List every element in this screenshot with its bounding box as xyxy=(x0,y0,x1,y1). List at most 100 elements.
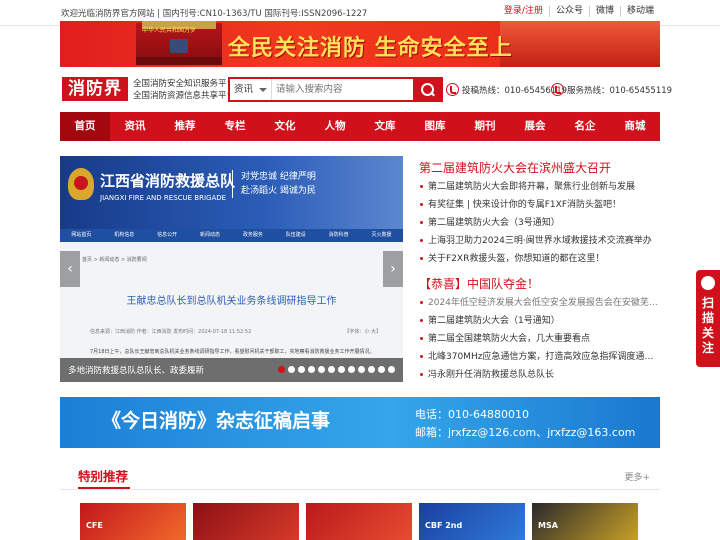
list-item[interactable]: 关于F2XR救援头盔，你想知道的都在这里！ xyxy=(419,250,660,268)
nav-culture[interactable]: 文化 xyxy=(260,112,310,141)
slide-dot[interactable] xyxy=(338,366,345,373)
slide-dot[interactable] xyxy=(368,366,375,373)
thumbnail-card[interactable]: CFE xyxy=(80,503,186,540)
thumbnail-card[interactable]: CBF 2nd xyxy=(419,503,525,540)
chevron-left-icon: ‹ xyxy=(67,261,73,277)
slide-menu: 网站首页 机构信息 信息公开 新闻动态 政务服务 队伍建设 消防科普 灭火救援 xyxy=(60,229,403,242)
list-item[interactable]: 有奖征集 | 快来设计你的专属F1XF消防头盔吧！ xyxy=(419,196,660,214)
nav-companies[interactable]: 名企 xyxy=(560,112,610,141)
news-headline-1[interactable]: 第二届建筑防火大会在滨州盛大召开 xyxy=(419,158,660,178)
special-more-link[interactable]: 更多+ xyxy=(624,470,650,483)
list-item[interactable]: 第二届建筑防火大会（3号通知） xyxy=(419,214,660,232)
slide-menu-item: 新闻动态 xyxy=(200,232,221,238)
slide-dot[interactable] xyxy=(378,366,385,373)
slide-breadcrumb: 首页 > 新闻动态 > 消防要闻 xyxy=(82,257,147,263)
login-register-link[interactable]: 登录/注册 xyxy=(498,6,549,17)
scan-follow-text: 扫描关注 xyxy=(701,296,714,355)
magazine-banner-phone: 电话：010-64880010 xyxy=(415,408,529,421)
nav-recommend[interactable]: 推荐 xyxy=(160,112,210,141)
slide-org-en: JIANGXI FIRE AND RESCUE BRIGADE xyxy=(100,194,227,202)
magazine-banner-email: 邮箱：jrxfzz@126.com、jrxfzz@163.com xyxy=(415,426,636,439)
thumbnail-card[interactable] xyxy=(193,503,299,540)
list-item[interactable]: 2024年低空经济发展大会低空安全发展报告会在安徽芜湖召开 xyxy=(419,294,660,312)
slide-dot[interactable] xyxy=(318,366,325,373)
banner-slogan: 全民关注消防 生命安全至上 xyxy=(228,36,513,61)
news-list-2: 2024年低空经济发展大会低空安全发展报告会在安徽芜湖召开 第二届建筑防火大会（… xyxy=(419,294,660,384)
slide-dot[interactable] xyxy=(358,366,365,373)
thumbnail-label: MSA xyxy=(538,521,558,530)
slide-font-size: 【字体：小 大】 xyxy=(344,329,381,335)
thumbnail-card[interactable]: MSA xyxy=(532,503,638,540)
page: 欢迎光临消防界官方网站 | 国内刊号:CN10-1363/TU 国际刊号:ISS… xyxy=(0,0,720,540)
mobile-link[interactable]: 移动端 xyxy=(619,6,660,17)
news-headline-2[interactable]: 【恭喜】中国队夺金！ xyxy=(419,274,660,294)
slide-dots xyxy=(278,366,398,373)
nav-library[interactable]: 文库 xyxy=(360,112,410,141)
slide-article-body: 7月18日上午，总队长王献忠到总队机关业务条线调研指导工作，看望慰问机关干部职工… xyxy=(90,349,375,355)
list-item[interactable]: 北峰370MHz应急通信方案，打造高效应急指挥调度通信网络 xyxy=(419,348,660,366)
search-category-select[interactable]: 资讯 xyxy=(230,79,272,100)
welcome-text: 欢迎光临消防界官方网站 | 国内刊号:CN10-1363/TU 国际刊号:ISS… xyxy=(61,9,368,19)
slide-dot[interactable] xyxy=(298,366,305,373)
list-item[interactable]: 第二届全国建筑防火大会，几大重要看点 xyxy=(419,330,660,348)
search-input[interactable] xyxy=(276,79,414,100)
news-slider[interactable]: 江西省消防救援总队 JIANGXI FIRE AND RESCUE BRIGAD… xyxy=(60,156,403,382)
top-banner[interactable]: 中华人民共和国万岁 全民关注消防 生命安全至上 xyxy=(60,21,660,67)
phone-icon xyxy=(446,83,459,96)
list-item[interactable]: 第二届建筑防火大会即将开幕，聚焦行业创新与发展 xyxy=(419,178,660,196)
nav-mall[interactable]: 商城 xyxy=(610,112,660,141)
slide-header: 江西省消防救援总队 JIANGXI FIRE AND RESCUE BRIGAD… xyxy=(60,156,403,229)
slide-article-title: 王献忠总队长到总队机关业务条线调研指导工作 xyxy=(126,296,337,307)
slider-prev-button[interactable]: ‹ xyxy=(60,251,80,287)
contribute-hotline: 投稿热线：010-65456119 xyxy=(446,83,567,96)
slide-menu-item: 信息公开 xyxy=(157,232,178,238)
search-button[interactable] xyxy=(413,79,441,100)
list-item[interactable]: 第二届建筑防火大会（1号通知） xyxy=(419,312,660,330)
news-list: 第二届建筑防火大会在滨州盛大召开 第二届建筑防火大会即将开幕，聚焦行业创新与发展… xyxy=(419,158,660,383)
nav-column[interactable]: 专栏 xyxy=(210,112,260,141)
slide-dot[interactable] xyxy=(288,366,295,373)
special-thumbnails: CFE CBF 2nd MSA xyxy=(80,503,640,540)
thumbnail-label: CFE xyxy=(86,521,103,530)
slide-menu-item: 机构信息 xyxy=(114,232,135,238)
nav-people[interactable]: 人物 xyxy=(310,112,360,141)
slide-menu-item: 灭火救援 xyxy=(371,232,392,238)
list-item[interactable]: 上海羽卫助力2024三明·闽世界水域救援技术交流赛举办 xyxy=(419,232,660,250)
top-links: 登录/注册 公众号 微博 移动端 xyxy=(498,6,660,17)
tagline: 全国消防安全知识服务平台 全国消防资源信息共享平台 xyxy=(133,78,235,102)
magazine-banner-title: 《今日消防》杂志征稿启事 xyxy=(102,410,331,432)
slider-next-button[interactable]: › xyxy=(383,251,403,287)
fire-rescue-emblem-icon xyxy=(68,168,94,200)
slide-menu-item: 政务服务 xyxy=(242,232,263,238)
slide-dot[interactable] xyxy=(308,366,315,373)
nav-exhibition[interactable]: 展会 xyxy=(510,112,560,141)
slide-dot[interactable] xyxy=(348,366,355,373)
chevron-right-icon: › xyxy=(390,261,396,277)
tagline-line-1: 全国消防安全知识服务平台 xyxy=(133,79,236,89)
nav-journal[interactable]: 期刊 xyxy=(460,112,510,141)
slide-motto-1: 对党忠诚 纪律严明 xyxy=(241,172,316,182)
slide-dot[interactable] xyxy=(328,366,335,373)
slide-dot[interactable] xyxy=(278,366,285,373)
slide-motto-2: 赴汤蹈火 竭诚为民 xyxy=(241,186,316,196)
special-section-header: 特别推荐 更多+ xyxy=(60,460,660,490)
slide-caption-text: 多地消防救援总队总队长、政委履新 xyxy=(68,366,205,376)
magazine-banner[interactable]: 《今日消防》杂志征稿启事 电话：010-64880010 邮箱：jrxfzz@1… xyxy=(60,397,660,448)
phone-icon xyxy=(551,83,564,96)
official-account-link[interactable]: 公众号 xyxy=(548,6,589,17)
service-hotline-text: 服务热线：010-65455119 xyxy=(567,85,673,96)
qr-icon xyxy=(701,276,715,290)
city-skyline-image xyxy=(500,21,660,67)
scan-follow-widget[interactable]: 扫描关注 xyxy=(696,270,720,367)
thumbnail-card[interactable] xyxy=(306,503,412,540)
slide-menu-item: 队伍建设 xyxy=(285,232,306,238)
slide-menu-item: 网站首页 xyxy=(71,232,92,238)
nav-news[interactable]: 资讯 xyxy=(110,112,160,141)
nav-gallery[interactable]: 图库 xyxy=(410,112,460,141)
main-nav: 首页 资讯 推荐 专栏 文化 人物 文库 图库 期刊 展会 名企 商城 xyxy=(60,112,660,141)
site-logo[interactable]: 消防界 xyxy=(62,77,128,101)
slide-dot[interactable] xyxy=(388,366,395,373)
nav-home[interactable]: 首页 xyxy=(60,112,110,141)
weibo-link[interactable]: 微博 xyxy=(588,6,620,17)
list-item[interactable]: 冯永刚升任消防救援总队总队长 xyxy=(419,366,660,384)
